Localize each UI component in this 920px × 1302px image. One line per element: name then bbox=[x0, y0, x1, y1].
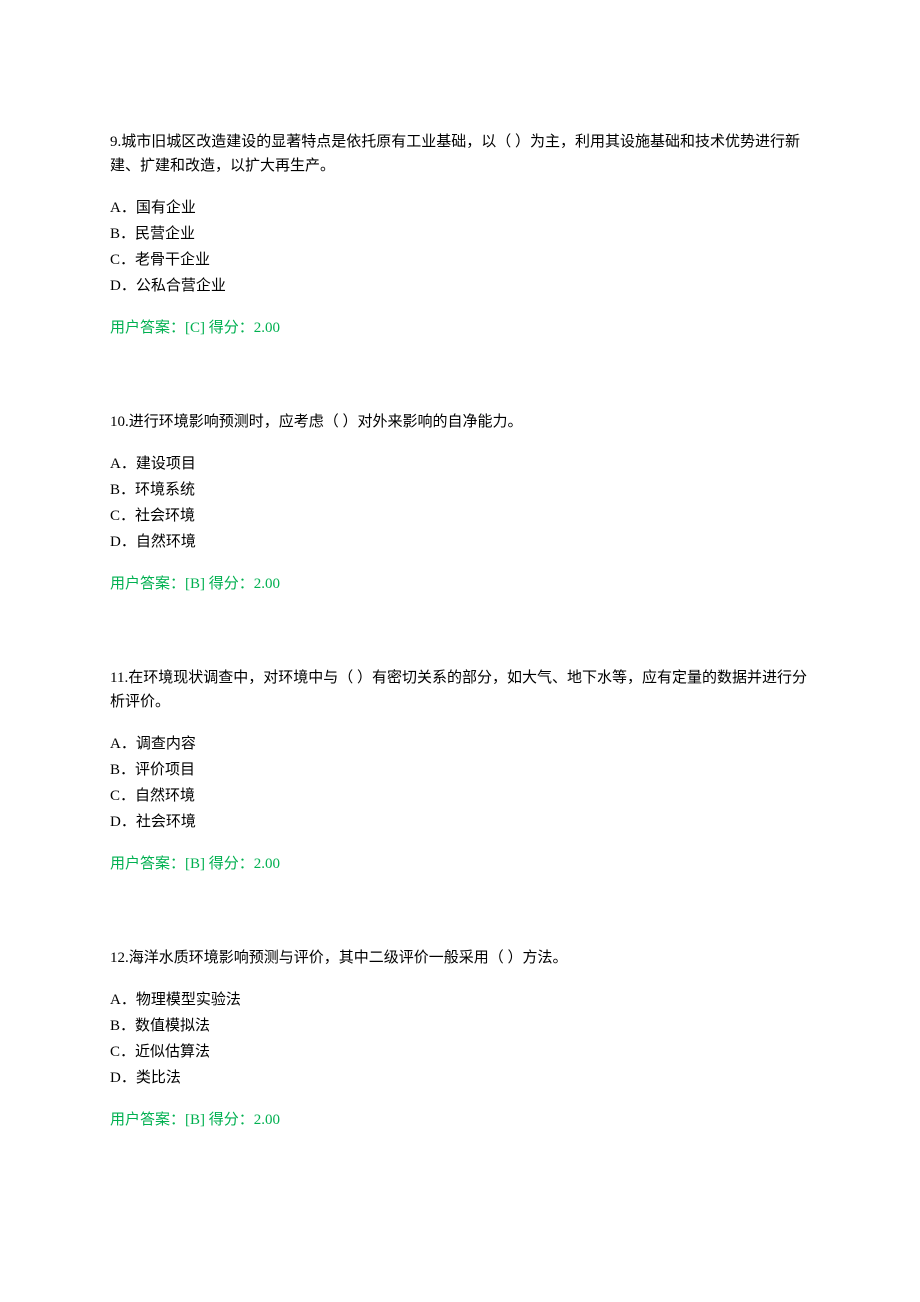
option-b: B．环境系统 bbox=[110, 478, 810, 502]
question-number: 11. bbox=[110, 670, 128, 686]
question-text: 11.在环境现状调查中，对环境中与（ ）有密切关系的部分，如大气、地下水等，应有… bbox=[110, 666, 810, 714]
question-body: 进行环境影响预测时，应考虑（ ）对外来影响的自净能力。 bbox=[129, 414, 523, 430]
question-body: 海洋水质环境影响预测与评价，其中二级评价一般采用（ ）方法。 bbox=[129, 950, 568, 966]
user-answer: 用户答案：[B] 得分：2.00 bbox=[110, 852, 810, 876]
question-number: 9. bbox=[110, 134, 121, 150]
question-11: 11.在环境现状调查中，对环境中与（ ）有密切关系的部分，如大气、地下水等，应有… bbox=[110, 666, 810, 876]
option-b: B．数值模拟法 bbox=[110, 1014, 810, 1038]
option-d: D．自然环境 bbox=[110, 530, 810, 554]
option-b: B．评价项目 bbox=[110, 758, 810, 782]
option-c: C．社会环境 bbox=[110, 504, 810, 528]
option-c: C．近似估算法 bbox=[110, 1040, 810, 1064]
question-number: 12. bbox=[110, 950, 129, 966]
question-text: 9.城市旧城区改造建设的显著特点是依托原有工业基础，以（ ）为主，利用其设施基础… bbox=[110, 130, 810, 178]
option-list: A．建设项目 B．环境系统 C．社会环境 D．自然环境 bbox=[110, 452, 810, 554]
user-answer: 用户答案：[C] 得分：2.00 bbox=[110, 316, 810, 340]
document-page: 9.城市旧城区改造建设的显著特点是依托原有工业基础，以（ ）为主，利用其设施基础… bbox=[0, 0, 920, 1302]
option-a: A．物理模型实验法 bbox=[110, 988, 810, 1012]
user-answer: 用户答案：[B] 得分：2.00 bbox=[110, 572, 810, 596]
option-d: D．类比法 bbox=[110, 1066, 810, 1090]
question-body: 城市旧城区改造建设的显著特点是依托原有工业基础，以（ ）为主，利用其设施基础和技… bbox=[110, 134, 800, 174]
option-list: A．调查内容 B．评价项目 C．自然环境 D．社会环境 bbox=[110, 732, 810, 834]
question-12: 12.海洋水质环境影响预测与评价，其中二级评价一般采用（ ）方法。 A．物理模型… bbox=[110, 946, 810, 1132]
option-list: A．国有企业 B．民营企业 C．老骨干企业 D．公私合营企业 bbox=[110, 196, 810, 298]
option-b: B．民营企业 bbox=[110, 222, 810, 246]
option-c: C．老骨干企业 bbox=[110, 248, 810, 272]
option-d: D．社会环境 bbox=[110, 810, 810, 834]
question-number: 10. bbox=[110, 414, 129, 430]
option-d: D．公私合营企业 bbox=[110, 274, 810, 298]
question-10: 10.进行环境影响预测时，应考虑（ ）对外来影响的自净能力。 A．建设项目 B．… bbox=[110, 410, 810, 596]
option-a: A．国有企业 bbox=[110, 196, 810, 220]
user-answer: 用户答案：[B] 得分：2.00 bbox=[110, 1108, 810, 1132]
option-list: A．物理模型实验法 B．数值模拟法 C．近似估算法 D．类比法 bbox=[110, 988, 810, 1090]
option-a: A．建设项目 bbox=[110, 452, 810, 476]
question-body: 在环境现状调查中，对环境中与（ ）有密切关系的部分，如大气、地下水等，应有定量的… bbox=[110, 670, 807, 710]
option-a: A．调查内容 bbox=[110, 732, 810, 756]
question-9: 9.城市旧城区改造建设的显著特点是依托原有工业基础，以（ ）为主，利用其设施基础… bbox=[110, 130, 810, 340]
option-c: C．自然环境 bbox=[110, 784, 810, 808]
question-text: 10.进行环境影响预测时，应考虑（ ）对外来影响的自净能力。 bbox=[110, 410, 810, 434]
question-text: 12.海洋水质环境影响预测与评价，其中二级评价一般采用（ ）方法。 bbox=[110, 946, 810, 970]
